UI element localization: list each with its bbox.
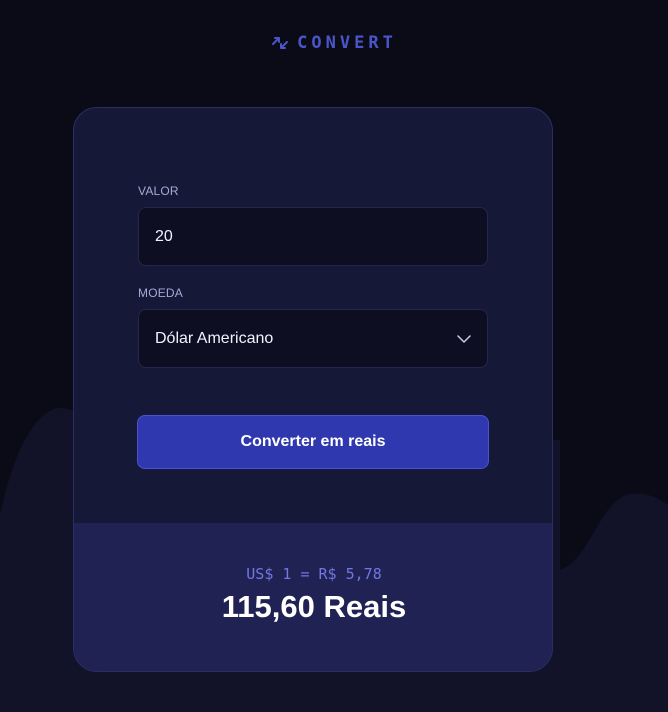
- brand-name: CONVERT: [297, 33, 397, 53]
- currency-field-group: MOEDA Dólar Americano: [138, 286, 488, 368]
- brand-header: CONVERT: [0, 33, 668, 53]
- converter-card: VALOR 20 MOEDA Dólar Americano Converter…: [73, 107, 553, 672]
- arrows-exchange-icon: [272, 37, 289, 49]
- converted-total: 115,60 Reais: [221, 589, 407, 624]
- currency-select[interactable]: Dólar Americano: [138, 309, 488, 368]
- app-root: CONVERT VALOR 20 MOEDA Dólar Americano C…: [0, 0, 668, 712]
- amount-label: VALOR: [138, 184, 179, 198]
- amount-field-group: VALOR 20: [138, 184, 488, 266]
- result-panel: US$ 1 = R$ 5,78 115,60 Reais: [74, 523, 552, 671]
- currency-select-value: Dólar Americano: [155, 329, 274, 347]
- currency-label: MOEDA: [138, 286, 184, 300]
- converter-form: VALOR 20 MOEDA Dólar Americano Converter…: [137, 184, 489, 469]
- convert-button[interactable]: Converter em reais: [137, 415, 489, 469]
- chevron-down-icon: [457, 334, 471, 343]
- exchange-rate: US$ 1 = R$ 5,78: [246, 565, 382, 583]
- amount-input[interactable]: 20: [138, 207, 488, 266]
